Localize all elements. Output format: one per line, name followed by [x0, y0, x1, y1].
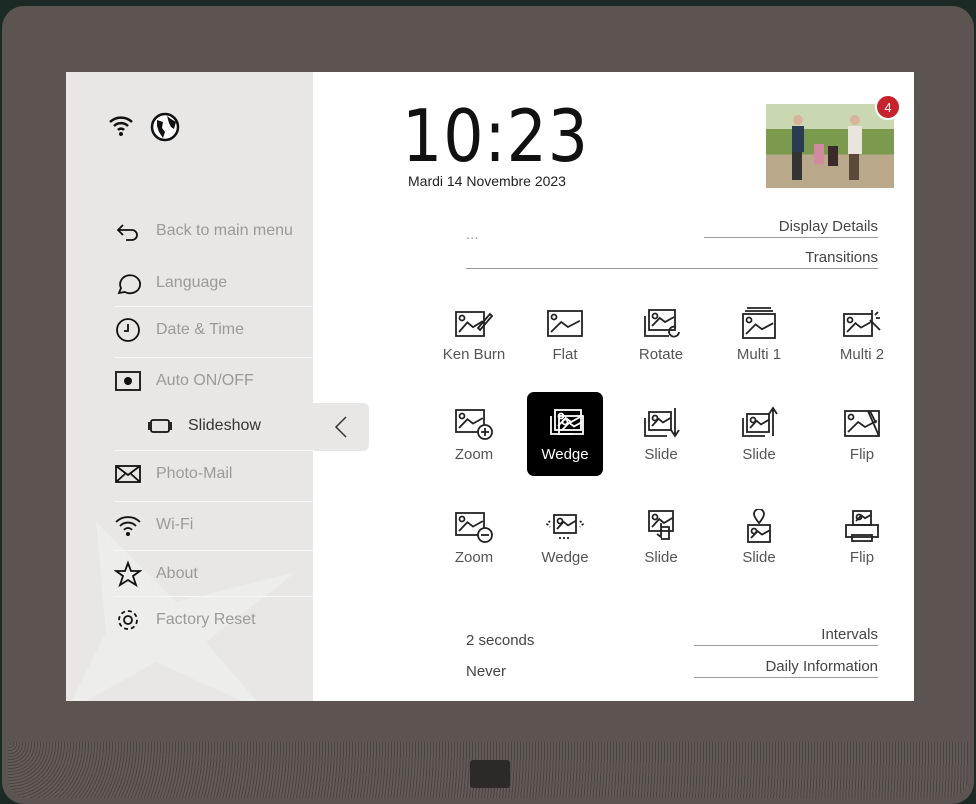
image-zoom-out-icon [455, 511, 493, 543]
family-photo [792, 115, 862, 180]
transitions-setting[interactable]: Transitions [466, 249, 878, 269]
daily-information-value: Never [466, 663, 507, 680]
hardware-button[interactable] [470, 760, 510, 788]
transition-label: Wedge [541, 445, 589, 463]
menu-item-label: Slideshow [188, 417, 261, 434]
image-rotate-icon [644, 308, 680, 337]
transition-label: Rotate [638, 345, 684, 363]
image-slide-down-icon [644, 407, 680, 438]
transition-label: Slide [742, 548, 776, 566]
transition-label: Flip [849, 445, 875, 463]
transition-label: Slide [644, 548, 678, 566]
clock-date: Mardi 14 Novembre 2023 [408, 173, 566, 189]
transition-slide-button[interactable]: Slide [623, 392, 699, 476]
wifi-icon [115, 515, 141, 536]
image-flip-icon [844, 409, 880, 437]
image-magic-icon [843, 309, 881, 337]
star-icon [114, 559, 142, 587]
wifi-icon [109, 116, 133, 136]
slideshow-icon [148, 419, 172, 433]
transition-flip-button[interactable]: Flip [824, 392, 900, 476]
transition-slide-button[interactable]: Slide [623, 495, 699, 579]
menu-item-factory-reset[interactable]: Factory Reset [114, 596, 313, 642]
image-carousel-icon [545, 513, 585, 539]
transition-slide-button[interactable]: Slide [721, 495, 797, 579]
envelope-icon [115, 464, 141, 483]
transition-zoom-button[interactable]: Zoom [436, 392, 512, 476]
transition-label: Ken Burn [442, 345, 506, 363]
screen: Back to main menu Language Date & Time Auto… [66, 72, 914, 701]
collapse-sidebar-button[interactable] [313, 403, 369, 451]
transition-flat-button[interactable]: Flat [527, 292, 603, 376]
menu-item-language[interactable]: Language [114, 260, 313, 306]
image-zoom-in-icon [455, 408, 493, 440]
menu-item-auto-on-off[interactable]: Auto ON/OFF [114, 357, 313, 403]
image-overlap-icon [550, 408, 584, 435]
daily-information-setting[interactable]: Daily Information [694, 658, 878, 678]
transition-label: Multi 2 [839, 345, 885, 363]
menu-item-label: About [156, 564, 198, 582]
menu-item-label: Wi-Fi [156, 515, 194, 533]
transition-flip-button[interactable]: Flip [824, 495, 900, 579]
clock-time: 10:23 [402, 94, 589, 178]
display-details-value: ... [466, 226, 479, 243]
gear-reset-icon [118, 609, 138, 630]
menu-item-photo-mail[interactable]: Photo-Mail [114, 450, 313, 496]
intervals-setting[interactable]: Intervals [694, 626, 878, 646]
transition-ken-burn-button[interactable]: Ken Burn [436, 292, 512, 376]
menu-item-about[interactable]: About [114, 550, 313, 596]
image-pencil-icon [455, 310, 494, 337]
transition-label: Multi 1 [736, 345, 782, 363]
sidebar: Back to main menu Language Date & Time Auto… [66, 72, 313, 701]
menu-item-date-time[interactable]: Date & Time [114, 306, 313, 352]
image-icon [547, 309, 583, 337]
transition-label: Flat [552, 345, 578, 363]
transition-label: Wedge [541, 548, 589, 566]
transition-multi-1-button[interactable]: Multi 1 [721, 292, 797, 376]
globe-icon [150, 112, 180, 142]
transition-label: Slide [742, 445, 776, 463]
menu-item-label: Date & Time [156, 320, 245, 338]
transition-wedge-button[interactable]: Wedge [527, 495, 603, 579]
screen-power-icon [115, 370, 141, 391]
image-slide-up-icon [742, 405, 778, 437]
transition-zoom-button[interactable]: Zoom [436, 495, 512, 579]
menu-item-back-to-main-menu[interactable]: Back to main menu [114, 208, 313, 254]
transition-label: Flip [849, 548, 875, 566]
chevron-left-icon [334, 416, 347, 438]
image-pin-icon [747, 508, 771, 543]
transition-label: Zoom [454, 445, 494, 463]
transition-wedge-button[interactable]: Wedge [527, 392, 603, 476]
menu-item-wi-fi[interactable]: Wi-Fi [114, 501, 313, 547]
menu-item-label: Factory Reset [156, 610, 256, 628]
image-print-icon [845, 509, 879, 542]
menu-item-label: Language [156, 274, 228, 291]
transition-multi-2-button[interactable]: Multi 2 [824, 292, 900, 376]
transition-rotate-button[interactable]: Rotate [623, 292, 699, 376]
transition-label: Zoom [454, 548, 494, 566]
speech-bubble-icon [117, 274, 141, 295]
photo-thumbnail[interactable] [766, 104, 894, 188]
transition-slide-button[interactable]: Slide [721, 392, 797, 476]
menu-item-slideshow[interactable]: Slideshow [146, 403, 313, 449]
menu-item-label: Auto ON/OFF [156, 371, 254, 389]
back-arrow-icon [116, 224, 138, 241]
image-stack-icon [742, 306, 776, 339]
clock-icon [116, 317, 140, 342]
image-touch-icon [648, 509, 674, 540]
intervals-value: 2 seconds [466, 632, 535, 649]
display-details-setting[interactable]: Display Details [704, 218, 878, 238]
menu-item-label: Back to main menu [156, 222, 293, 239]
transition-label: Slide [644, 445, 678, 463]
notification-badge: 4 [875, 94, 901, 120]
menu-item-label: Photo-Mail [156, 464, 233, 482]
